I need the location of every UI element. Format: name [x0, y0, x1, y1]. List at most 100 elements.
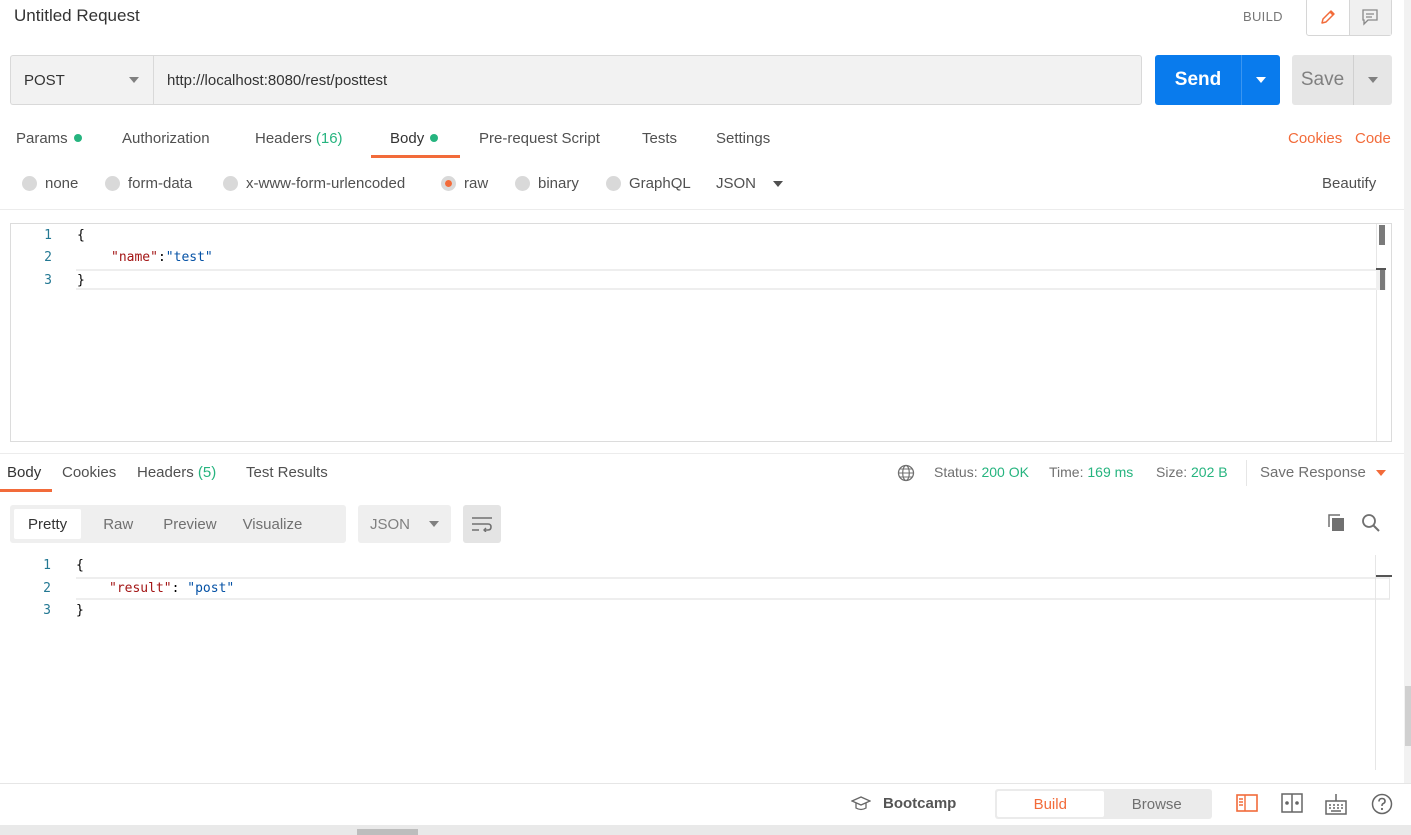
size-value: 202 B	[1191, 464, 1228, 480]
tab-settings[interactable]: Settings	[716, 130, 770, 147]
active-tab-indicator	[371, 155, 460, 158]
build-mode-label: BUILD	[1243, 9, 1283, 24]
response-tab-test-results[interactable]: Test Results	[246, 464, 328, 481]
scrollbar-thumb[interactable]	[1379, 225, 1385, 245]
code-brace-open: {	[76, 558, 84, 573]
active-tab-indicator	[0, 489, 52, 492]
edit-pencil-button[interactable]	[1307, 0, 1349, 35]
two-pane-view-icon[interactable]	[1236, 793, 1258, 813]
status-label: Status:	[934, 464, 978, 480]
scrollbar-track	[1375, 555, 1376, 770]
wrap-lines-button[interactable]	[463, 505, 501, 543]
send-button[interactable]: Send	[1155, 55, 1241, 105]
copy-icon[interactable]	[1327, 513, 1347, 533]
mode-toggle	[1306, 0, 1392, 36]
code-line: "name":"test"	[111, 250, 213, 265]
tab-body[interactable]: Body	[390, 130, 439, 147]
horizontal-scroll-thumb[interactable]	[357, 829, 418, 835]
status-value: 200 OK	[981, 464, 1029, 480]
radio-label: raw	[464, 175, 489, 192]
divider	[0, 453, 1411, 454]
window-bottom-edge	[0, 825, 1411, 835]
response-body-viewer[interactable]: 1 2 3 { "result": "post" }	[0, 555, 1392, 770]
caret-down-icon	[1368, 77, 1378, 83]
comments-button[interactable]	[1348, 0, 1391, 35]
search-icon[interactable]	[1361, 513, 1381, 533]
radio-raw[interactable]: raw	[441, 175, 488, 192]
caret-down-icon	[1256, 77, 1266, 83]
caret-down-icon	[1375, 469, 1386, 476]
json-key: "result"	[109, 581, 172, 596]
format-value: JSON	[716, 175, 757, 192]
line-number: 2	[43, 581, 51, 596]
scrollbar-cursor-marker	[1380, 270, 1385, 290]
view-mode-visualize[interactable]: Visualize	[235, 516, 303, 533]
browse-toggle-button[interactable]: Browse	[1104, 791, 1211, 817]
json-colon: :	[171, 581, 188, 596]
bootcamp-label: Bootcamp	[883, 795, 957, 812]
comment-icon	[1362, 9, 1379, 26]
tab-label: Headers	[255, 130, 312, 147]
help-icon[interactable]	[1371, 793, 1393, 815]
response-tab-body[interactable]: Body	[7, 464, 41, 481]
keyboard-shortcuts-icon[interactable]	[1325, 793, 1347, 815]
radio-binary[interactable]: binary	[515, 175, 579, 192]
tab-label: Headers	[137, 464, 194, 481]
tab-authorization[interactable]: Authorization	[122, 130, 210, 147]
tab-tests[interactable]: Tests	[642, 130, 677, 147]
caret-down-icon	[429, 521, 439, 527]
json-value: "test"	[165, 250, 213, 265]
graduation-cap-icon	[851, 795, 871, 810]
view-mode-pretty[interactable]: Pretty	[14, 509, 82, 539]
split-pane-icon[interactable]	[1281, 793, 1303, 813]
tab-params[interactable]: Params	[16, 130, 82, 147]
current-line-highlight	[76, 269, 1376, 290]
window-scrollbar-thumb[interactable]	[1405, 686, 1411, 746]
divider	[1246, 460, 1247, 486]
indicator-dot	[73, 134, 82, 143]
current-line-highlight	[76, 577, 1390, 600]
request-body-editor[interactable]: 1 2 3 { "name":"test" }	[10, 223, 1392, 442]
time-info: Time: 169 ms	[1049, 464, 1133, 480]
code-brace-close: }	[77, 273, 85, 288]
response-format-select[interactable]: JSON	[358, 505, 451, 543]
view-mode-preview[interactable]: Preview	[149, 516, 234, 533]
radio-label: none	[45, 175, 79, 192]
send-options-button[interactable]	[1241, 55, 1280, 105]
method-select[interactable]: POST	[10, 55, 154, 105]
response-tab-headers[interactable]: Headers (5)	[137, 464, 216, 481]
globe-icon[interactable]	[897, 464, 915, 482]
save-button[interactable]: Save	[1292, 55, 1353, 105]
code-link[interactable]: Code	[1355, 130, 1391, 147]
save-options-button[interactable]	[1353, 55, 1392, 105]
url-input[interactable]: http://localhost:8080/rest/posttest	[153, 55, 1142, 105]
tab-headers[interactable]: Headers (16)	[255, 130, 343, 147]
send-button-group: Send	[1155, 55, 1280, 105]
line-number: 3	[44, 273, 52, 288]
response-tab-cookies[interactable]: Cookies	[62, 464, 116, 481]
build-toggle-button[interactable]: Build	[997, 791, 1104, 817]
radio-none[interactable]: none	[22, 175, 78, 192]
request-title[interactable]: Untitled Request	[14, 6, 140, 26]
url-value: http://localhost:8080/rest/posttest	[167, 71, 388, 89]
cookies-link[interactable]: Cookies	[1288, 130, 1342, 147]
radio-label: x-www-form-urlencoded	[246, 175, 406, 192]
radio-circle	[515, 176, 530, 191]
tab-pre-request-script[interactable]: Pre-request Script	[479, 130, 600, 147]
json-value: "post"	[187, 581, 235, 596]
radio-graphql[interactable]: GraphQL	[606, 175, 691, 192]
size-label: Size:	[1156, 464, 1188, 480]
radio-circle	[606, 176, 621, 191]
view-mode-raw[interactable]: Raw	[81, 516, 149, 533]
beautify-link[interactable]: Beautify	[1322, 175, 1376, 192]
json-colon: :	[157, 250, 166, 265]
json-key: "name"	[111, 250, 158, 265]
build-browse-toggle: Build Browse	[995, 789, 1212, 819]
save-response-button[interactable]: Save Response	[1260, 464, 1386, 481]
radio-x-www-form-urlencoded[interactable]: x-www-form-urlencoded	[223, 175, 405, 192]
radio-circle	[223, 176, 238, 191]
body-format-select[interactable]: JSON	[716, 175, 784, 192]
divider	[0, 209, 1411, 210]
radio-form-data[interactable]: form-data	[105, 175, 192, 192]
bootcamp-button[interactable]: Bootcamp	[851, 795, 956, 812]
